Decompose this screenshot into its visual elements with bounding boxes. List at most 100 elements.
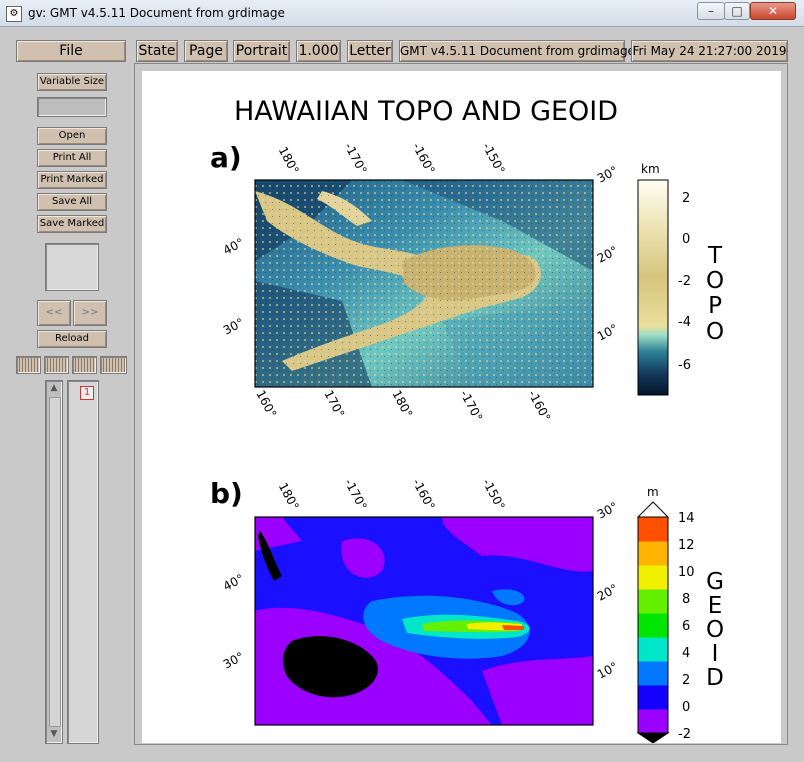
- topo-top-tick: -170°: [342, 140, 370, 176]
- toggle-odd-pages-button[interactable]: [16, 356, 41, 374]
- document-title-field: GMT v4.5.11 Document from grdimage: [399, 40, 635, 62]
- geoid-color-band: [638, 517, 668, 542]
- geoid-scale-tick: 6: [682, 619, 690, 634]
- panner-widget[interactable]: [45, 243, 99, 291]
- topo-bottom-tick: 180°: [389, 388, 415, 420]
- topo-label-letter: O: [706, 268, 724, 294]
- minimize-button[interactable]: –: [697, 2, 725, 20]
- scroll-up-icon[interactable]: ▲: [47, 383, 61, 393]
- geoid-right-tick: 30°: [595, 499, 620, 521]
- geoid-colorbar: m 14 12 10 8 6 4 2 0 -2 G E O I D: [636, 485, 724, 743]
- topo-top-tick: -150°: [480, 140, 508, 176]
- open-button[interactable]: Open: [37, 127, 107, 145]
- unmark-all-button[interactable]: [100, 356, 127, 374]
- geoid-scale-tick: 2: [682, 673, 690, 688]
- window-titlebar: ⚙ gv: GMT v4.5.11 Document from grdimage…: [0, 0, 804, 27]
- geoid-left-tick: 40°: [221, 571, 246, 593]
- geoid-color-band: [638, 661, 668, 686]
- geoid-scale-tick: 14: [678, 511, 695, 526]
- geoid-color-band: [638, 541, 668, 566]
- window-title: gv: GMT v4.5.11 Document from grdimage: [28, 6, 285, 20]
- geoid-label-letter: O: [706, 617, 724, 643]
- orientation-button[interactable]: Portrait: [233, 40, 290, 62]
- geoid-color-band: [638, 709, 668, 734]
- topo-scale-tick: -6: [678, 358, 691, 373]
- panel-a-label: a): [210, 141, 242, 174]
- maximize-button[interactable]: □: [724, 2, 750, 20]
- panel-b-label: b): [210, 477, 243, 510]
- page-menu-button[interactable]: Page: [184, 40, 228, 62]
- page-list[interactable]: [67, 380, 99, 744]
- geoid-label-letter: I: [712, 641, 719, 667]
- topo-right-tick: 20°: [595, 243, 620, 265]
- geoid-top-tick: -160°: [410, 476, 438, 512]
- topo-bottom-tick: -160°: [525, 388, 553, 424]
- geoid-right-tick: 20°: [595, 581, 620, 603]
- save-marked-button[interactable]: Save Marked: [37, 215, 107, 233]
- topo-unit-label: km: [641, 162, 660, 176]
- scale-button[interactable]: 1.000: [296, 40, 341, 62]
- variable-size-button[interactable]: Variable Size: [37, 73, 107, 91]
- topo-bottom-tick: 160°: [253, 388, 279, 420]
- geoid-left-tick: 30°: [221, 649, 246, 671]
- state-menu-button[interactable]: State: [136, 40, 178, 62]
- geoid-label-letter: G: [706, 569, 724, 595]
- topo-top-tick: -160°: [410, 140, 438, 176]
- geoid-label-letter: E: [708, 593, 723, 619]
- reload-button[interactable]: Reload: [37, 330, 107, 348]
- geoid-scale-tick: 0: [682, 700, 690, 715]
- save-all-button[interactable]: Save All: [37, 193, 107, 211]
- figure-title: HAWAIIAN TOPO AND GEOID: [234, 96, 618, 127]
- topo-label-letter: T: [707, 243, 723, 269]
- print-all-button[interactable]: Print All: [37, 149, 107, 167]
- geoid-scale-tick: -2: [678, 727, 691, 742]
- toggle-even-pages-button[interactable]: [44, 356, 69, 374]
- geoid-top-tick: 180°: [276, 480, 302, 512]
- topo-scale-tick: 0: [682, 232, 690, 247]
- geoid-scale-tick: 8: [682, 592, 690, 607]
- geoid-scale-tick: 4: [682, 646, 690, 661]
- topo-map: [254, 179, 594, 388]
- topo-label-letter: O: [706, 319, 724, 345]
- scroll-thumb[interactable]: [49, 397, 61, 727]
- topo-right-tick: 30°: [595, 163, 620, 185]
- geoid-color-band: [638, 565, 668, 590]
- geoid-label-letter: D: [706, 665, 724, 691]
- app-icon: ⚙: [6, 6, 22, 22]
- geoid-color-band: [638, 685, 668, 710]
- geoid-scale-tick: 12: [678, 538, 695, 553]
- topo-top-tick: 180°: [276, 144, 302, 176]
- page-list-scrollbar[interactable]: ▲ ▼: [45, 380, 63, 744]
- geoid-unit-label: m: [647, 485, 659, 499]
- close-button[interactable]: ✕: [750, 2, 796, 20]
- toggle-current-page-button[interactable]: [72, 356, 97, 374]
- page-list-item[interactable]: 1: [80, 386, 94, 400]
- topo-right-tick: 10°: [595, 321, 620, 343]
- topo-colorbar: km 2 0 -2 -4 -6 T O P O: [637, 162, 724, 396]
- scroll-down-icon[interactable]: ▼: [47, 729, 61, 739]
- file-menu-button[interactable]: File: [16, 40, 126, 62]
- geoid-top-tick: -170°: [342, 476, 370, 512]
- status-field: [37, 97, 107, 117]
- topo-left-tick: 30°: [221, 315, 246, 337]
- print-marked-button[interactable]: Print Marked: [37, 171, 107, 189]
- topo-bottom-tick: -170°: [457, 388, 485, 424]
- previous-page-button[interactable]: <<: [37, 300, 71, 326]
- topo-bottom-tick: 170°: [321, 388, 347, 420]
- topo-scale-tick: -4: [678, 315, 691, 330]
- document-page: HAWAIIAN TOPO AND GEOID a) 180° -170° -1…: [142, 71, 781, 743]
- next-page-button[interactable]: >>: [73, 300, 107, 326]
- topo-scale-tick: -2: [678, 274, 691, 289]
- geoid-scale-tick: 10: [678, 565, 695, 580]
- geoid-top-tick: -150°: [480, 476, 508, 512]
- topo-label-letter: P: [708, 293, 722, 319]
- media-button[interactable]: Letter: [347, 40, 393, 62]
- document-date-field: Fri May 24 21:27:00 2019: [631, 40, 788, 62]
- topo-scale-tick: 2: [682, 191, 690, 206]
- geoid-color-band: [638, 637, 668, 662]
- geoid-color-band: [638, 589, 668, 614]
- geoid-map: [254, 516, 594, 726]
- geoid-right-tick: 10°: [595, 659, 620, 681]
- topo-left-tick: 40°: [221, 235, 246, 257]
- geoid-color-band: [638, 613, 668, 638]
